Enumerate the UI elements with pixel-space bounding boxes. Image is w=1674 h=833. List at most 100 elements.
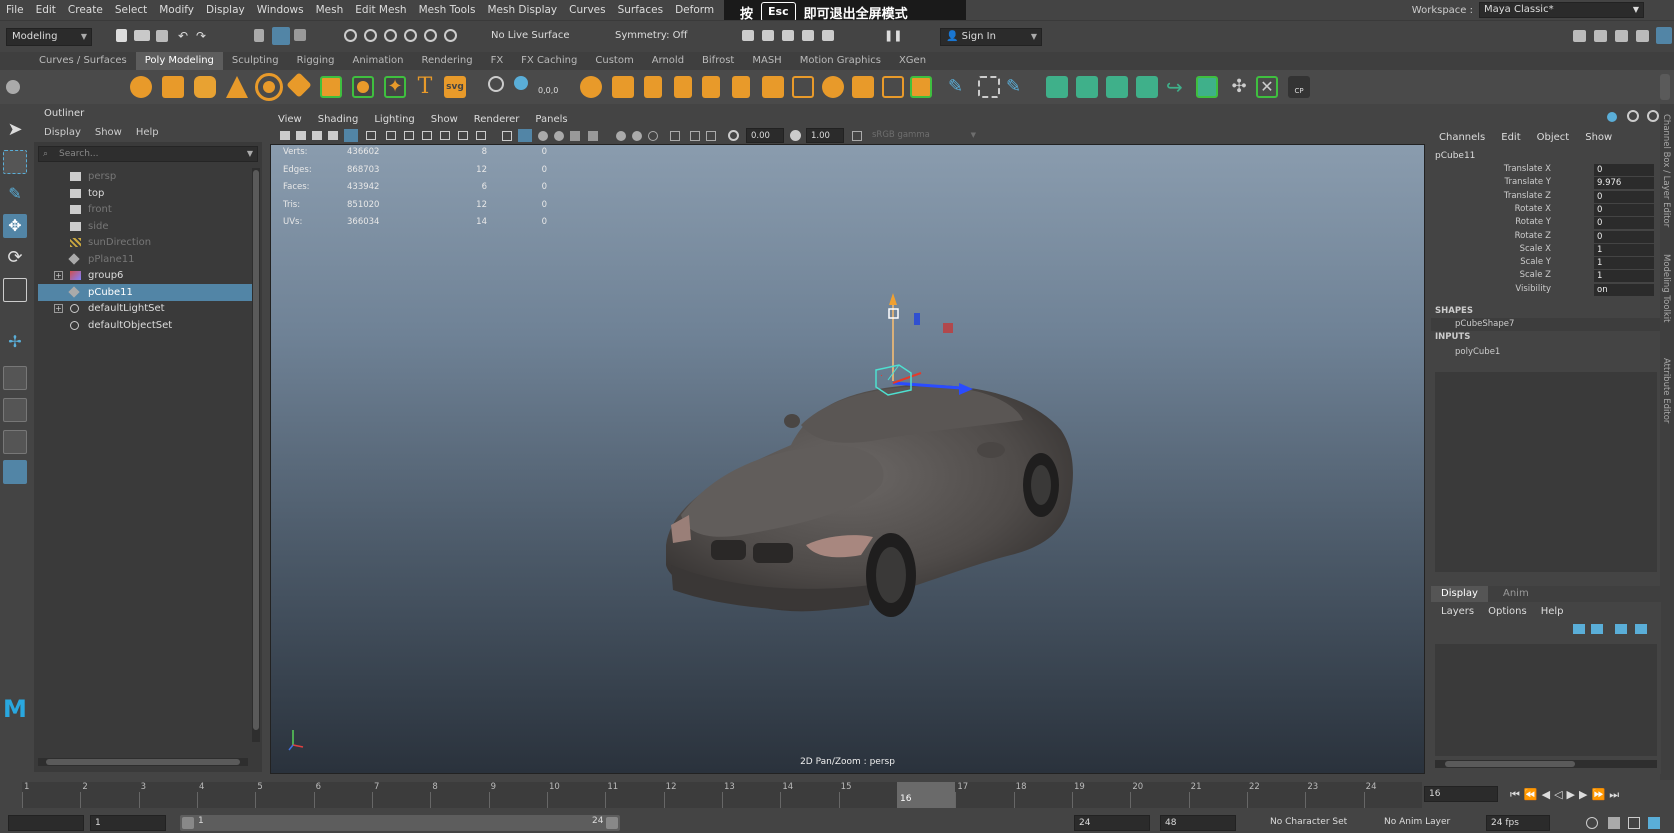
platonic-solid-icon[interactable] xyxy=(352,76,374,98)
channel-row-scale-z[interactable]: Scale Z 1 xyxy=(1431,270,1661,283)
poly-torus-icon[interactable] xyxy=(255,73,283,101)
menu-edit[interactable]: Edit xyxy=(30,4,62,16)
playback-preferences-icon[interactable] xyxy=(1628,817,1640,829)
move-layer-up-icon[interactable] xyxy=(1573,624,1585,634)
go-to-start-icon[interactable]: ⏮ xyxy=(1510,788,1524,801)
persp-outliner-icon[interactable] xyxy=(3,430,27,454)
outliner-menu-display[interactable]: Display xyxy=(44,127,81,138)
shelf-tab-rendering[interactable]: Rendering xyxy=(412,52,481,70)
shelf-tab-xgen[interactable]: XGen xyxy=(890,52,935,70)
shape-node-row[interactable]: pCubeShape7 xyxy=(1431,318,1661,331)
snap-to-surface-icon[interactable] xyxy=(424,29,437,42)
smooth-icon[interactable] xyxy=(702,76,720,98)
menu-set-dropdown[interactable]: Modeling ▼ xyxy=(6,28,92,46)
expand-icon[interactable]: + xyxy=(54,304,63,313)
use-all-lights-icon[interactable] xyxy=(570,131,580,141)
auto-key-icon[interactable] xyxy=(1608,817,1620,829)
safe-title-icon[interactable] xyxy=(476,131,486,140)
input-node-name[interactable]: polyCube1 xyxy=(1455,347,1500,357)
snap-to-grid-icon[interactable] xyxy=(344,29,357,42)
menu-modify[interactable]: Modify xyxy=(153,4,200,16)
channel-row-rotate-x[interactable]: Rotate X 0 xyxy=(1431,203,1661,217)
play-backwards-icon[interactable]: ◁ xyxy=(1554,788,1566,801)
save-scene-icon[interactable] xyxy=(156,30,168,42)
offset-edge-loop-icon[interactable] xyxy=(1076,76,1098,98)
toggle-layer-editor-icon[interactable] xyxy=(1656,27,1672,44)
animation-start-field[interactable] xyxy=(8,815,84,831)
snap-to-view-plane-icon[interactable] xyxy=(404,29,417,42)
super-shape-icon[interactable]: ✦ xyxy=(384,76,406,98)
lasso-tool-icon[interactable] xyxy=(3,150,27,174)
menu-curves[interactable]: Curves xyxy=(563,4,611,16)
render-settings-icon[interactable] xyxy=(802,30,814,41)
range-slider-start-handle[interactable] xyxy=(182,817,194,829)
range-slider-end-handle[interactable] xyxy=(606,817,618,829)
connect-icon[interactable] xyxy=(1136,76,1158,98)
outliner-horizontal-scrollbar[interactable] xyxy=(38,758,248,766)
viewport-menu-lighting[interactable]: Lighting xyxy=(366,114,422,125)
channel-row-scale-y[interactable]: Scale Y 1 xyxy=(1431,257,1661,270)
expand-icon[interactable]: + xyxy=(54,271,63,280)
playback-end-field[interactable]: 24 xyxy=(1074,815,1150,831)
shelf-tab-curves-surfaces[interactable]: Curves / Surfaces xyxy=(30,52,136,70)
redo-icon[interactable]: ↷ xyxy=(196,30,212,47)
shelf-tab-animation[interactable]: Animation xyxy=(344,52,413,70)
new-layer-from-selected-icon[interactable] xyxy=(1635,624,1647,634)
poly-sphere-icon[interactable] xyxy=(130,76,152,98)
outliner-vertical-scrollbar[interactable] xyxy=(252,168,260,742)
step-forward-key-icon[interactable]: ⏩ xyxy=(1591,788,1609,801)
poly-svg-icon[interactable]: svg xyxy=(444,76,466,98)
tab-anim[interactable]: Anim xyxy=(1495,586,1537,602)
channel-box-pin-icon[interactable] xyxy=(1607,112,1617,122)
shelf-tab-fx-caching[interactable]: FX Caching xyxy=(512,52,586,70)
bookmarks-icon[interactable] xyxy=(312,131,322,140)
shelf-tab-custom[interactable]: Custom xyxy=(586,52,642,70)
uv-coords-icon[interactable]: 0,0,0 xyxy=(538,76,560,98)
tab-display[interactable]: Display xyxy=(1431,586,1488,602)
outliner-menu-show[interactable]: Show xyxy=(95,127,122,138)
view-transform-icon[interactable] xyxy=(852,131,862,141)
outliner-item-top[interactable]: top xyxy=(38,185,252,202)
paint-select-tool-icon[interactable]: ✎ xyxy=(3,182,27,206)
combine-icon[interactable] xyxy=(580,76,602,98)
toggle-tool-settings-icon[interactable] xyxy=(1615,30,1628,42)
channel-box-menu-edit[interactable]: Edit xyxy=(1501,132,1520,143)
viewport-menu-renderer[interactable]: Renderer xyxy=(466,114,528,125)
layer-editor-menu-layers[interactable]: Layers xyxy=(1441,606,1474,617)
pan-zoom-icon[interactable] xyxy=(344,129,358,142)
multi-cut-icon[interactable]: ✎ xyxy=(948,76,970,98)
image-plane-icon[interactable] xyxy=(328,131,338,140)
layer-editor-menu-help[interactable]: Help xyxy=(1541,606,1564,617)
viewport-menu-show[interactable]: Show xyxy=(423,114,466,125)
shelf-tab-arnold[interactable]: Arnold xyxy=(643,52,693,70)
menu-file[interactable]: File xyxy=(0,4,30,16)
menu-mesh-tools[interactable]: Mesh Tools xyxy=(413,4,482,16)
motion-blur-icon[interactable] xyxy=(632,131,642,141)
select-by-hierarchy-icon[interactable] xyxy=(254,29,264,42)
gate-mask-icon[interactable] xyxy=(422,131,432,140)
menu-windows[interactable]: Windows xyxy=(251,4,310,16)
range-slider[interactable]: 1 24 xyxy=(180,815,620,831)
camera-attributes-icon[interactable] xyxy=(296,131,306,140)
scale-tool-icon[interactable] xyxy=(3,278,27,302)
exposure-field[interactable]: 0.00 xyxy=(746,128,784,143)
color-space-dropdown[interactable]: sRGB gamma ▼ xyxy=(868,128,980,143)
camera-select-icon[interactable] xyxy=(280,131,290,140)
textured-icon[interactable] xyxy=(554,131,564,141)
snap-to-point-icon[interactable] xyxy=(384,29,397,42)
channel-value-field[interactable]: 0 xyxy=(1594,164,1654,176)
side-tab-modeling-toolkit[interactable]: Modeling Toolkit xyxy=(1661,254,1671,323)
merge-icon[interactable] xyxy=(910,76,932,98)
move-tool-icon[interactable]: ✥ xyxy=(3,214,27,238)
help-icon[interactable] xyxy=(1627,110,1639,122)
outliner-layout-icon[interactable] xyxy=(3,460,27,484)
channel-row-translate-z[interactable]: Translate Z 0 xyxy=(1431,190,1661,204)
uv-editor-icon[interactable] xyxy=(514,76,528,90)
slide-edge-icon[interactable] xyxy=(1106,76,1128,98)
screen-space-ao-icon[interactable] xyxy=(616,131,626,141)
open-scene-icon[interactable] xyxy=(134,30,150,41)
pause-icon[interactable]: ❚❚ xyxy=(884,30,902,47)
outliner-item-defaultlightset[interactable]: + defaultLightSet xyxy=(38,300,252,317)
shelf-settings-gear-icon[interactable] xyxy=(6,80,20,94)
shelf-tab-mash[interactable]: MASH xyxy=(743,52,790,70)
